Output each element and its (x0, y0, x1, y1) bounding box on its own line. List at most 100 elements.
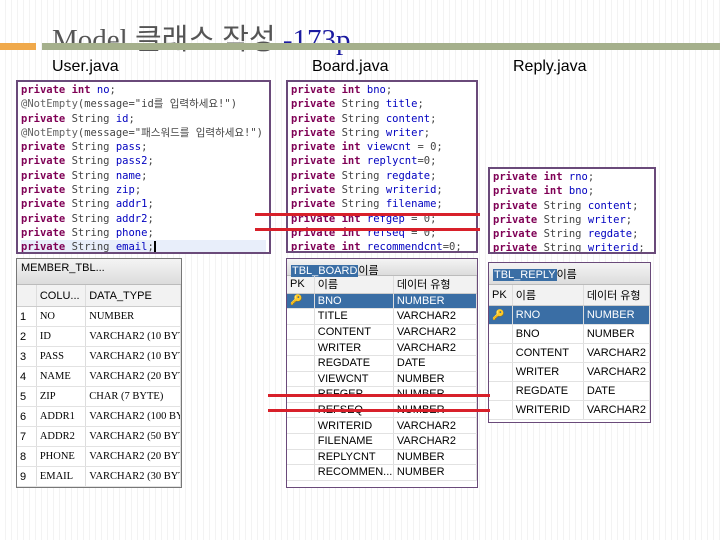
table-row[interactable]: CONTENT VARCHAR2 (287, 324, 477, 341)
column-header[interactable]: 이름 (513, 285, 584, 305)
table-cell: VARCHAR2 (10 BYTE) (86, 327, 181, 346)
pk-cell: 🔑 (489, 306, 513, 324)
code-token: private (291, 98, 342, 111)
row-number: 2 (17, 327, 37, 346)
label-board: Board.java (312, 58, 389, 75)
table-row[interactable]: 1 NO NUMBER (17, 307, 181, 327)
cell-text: VARCHAR2 (30 BYTE) (89, 471, 180, 482)
table-row[interactable]: 🔑 RNO NUMBER (489, 306, 650, 325)
cell-text: RNO (515, 309, 541, 321)
column-header[interactable]: COLU... (37, 285, 87, 306)
row-number: 4 (17, 367, 37, 386)
table-row[interactable]: 5 ZIP CHAR (7 BYTE) (17, 387, 181, 407)
pk-cell (489, 382, 513, 400)
code-token: int (543, 185, 569, 198)
row-number: 6 (17, 407, 37, 426)
cell-text: 9 (20, 470, 27, 483)
cell-text: REGDATE (317, 357, 371, 370)
code-token: addr1 (115, 198, 148, 211)
table-tab[interactable]: TBL_REPLY이름 (489, 263, 650, 285)
cell-text: FILENAME (317, 435, 373, 448)
table-row[interactable]: 9 EMAIL VARCHAR2 (30 BYTE) (17, 467, 181, 487)
table-cell: VARCHAR2 (394, 418, 477, 433)
code-token: regdate (385, 169, 431, 182)
code-token: =0; (417, 155, 437, 168)
table-row[interactable]: WRITER VARCHAR2 (287, 340, 477, 356)
column-header[interactable]: DATA_TYPE (86, 285, 181, 306)
code-line: @NotEmpty(message="패스워드를 입력하세요!") (21, 126, 266, 140)
table-row[interactable]: FILENAME VARCHAR2 (287, 433, 477, 450)
code-token: =0; (442, 241, 462, 253)
table-cell: REGDATE (315, 355, 394, 371)
table-row[interactable]: 🔑 BNO NUMBER (287, 293, 477, 310)
pk-cell (489, 325, 513, 343)
board-table-view[interactable]: TBL_BOARD이름 PK 이름 데이터 유형 🔑 BNO NUMBER TITLE VARC… (286, 258, 478, 488)
table-row[interactable]: BNO NUMBER (489, 325, 650, 344)
table-row[interactable]: 4 NAME VARCHAR2 (20 BYTE) (17, 367, 181, 387)
code-token: ; (417, 98, 424, 111)
table-row[interactable]: WRITERID VARCHAR2 (287, 418, 477, 434)
member-table-view[interactable]: MEMBER_TBL... COLU... DATA_TYPE 1 NO NUMBER 2 I… (16, 258, 182, 488)
table-row[interactable]: TITLE VARCHAR2 (287, 309, 477, 325)
code-token: private (21, 198, 72, 211)
code-token: private (493, 171, 544, 183)
code-token: String (543, 199, 588, 212)
table-cell: DATE (584, 382, 650, 400)
cell-text: NAME (39, 371, 71, 382)
table-row[interactable]: 7 ADDR2 VARCHAR2 (50 BYTE) (17, 427, 181, 447)
column-header[interactable]: 이름 (315, 276, 394, 293)
table-cell: VIEWCNT (315, 371, 394, 387)
code-line: private String email; (21, 240, 266, 252)
cell-text: PASS (39, 351, 64, 362)
primary-key-icon: 🔑 (492, 309, 505, 321)
code-token: ; (128, 112, 135, 125)
column-header[interactable]: PK (489, 285, 513, 305)
user-code-editor[interactable]: private int no; @NotEmpty(message="id를 입력… (16, 80, 271, 254)
table-row[interactable]: REPLYCNT NUMBER (287, 449, 477, 466)
code-token: content (385, 112, 431, 125)
code-token: String (341, 198, 386, 211)
code-line: private int replycnt=0; (291, 154, 473, 168)
code-token: id (115, 112, 129, 125)
column-header[interactable]: PK (287, 276, 315, 293)
cell-text: NO (39, 311, 55, 322)
table-row[interactable]: 2 ID VARCHAR2 (10 BYTE) (17, 327, 181, 347)
column-header[interactable]: 데이터 유형 (584, 285, 650, 305)
table-row[interactable]: WRITERID VARCHAR2 (489, 401, 650, 420)
cell-text: 4 (20, 370, 27, 383)
code-token: pass2 (115, 155, 148, 168)
reply-table-view[interactable]: TBL_REPLY이름 PK 이름 데이터 유형 🔑 RNO NUMBER BNO NUMBER… (488, 262, 651, 423)
table-cell: VARCHAR2 (394, 309, 477, 324)
table-tab[interactable]: MEMBER_TBL... (17, 259, 181, 285)
row-number: 9 (17, 467, 37, 486)
row-number: 3 (17, 347, 37, 366)
code-token: replycnt (366, 155, 418, 168)
table-tab[interactable]: TBL_BOARD이름 (287, 259, 477, 277)
pk-cell (287, 465, 315, 480)
table-row[interactable]: WRITER VARCHAR2 (489, 363, 650, 382)
table-cell: VARCHAR2 (50 BYTE) (86, 427, 181, 446)
strike-line (255, 213, 480, 216)
code-token: ; (587, 185, 595, 198)
table-cell: VARCHAR2 (20 BYTE) (86, 367, 181, 386)
table-row[interactable]: 8 PHONE VARCHAR2 (20 BYTE) (17, 447, 181, 467)
table-row[interactable]: REGDATE DATE (287, 355, 477, 372)
table-row[interactable]: VIEWCNT NUMBER (287, 371, 477, 388)
code-line: private String writer; (493, 213, 651, 227)
table-row[interactable]: 3 PASS VARCHAR2 (10 BYTE) (17, 347, 181, 367)
code-line: private String zip; (21, 183, 266, 197)
label-reply: Reply.java (513, 58, 587, 75)
reply-code-editor[interactable]: private int rno; private int bno; private … (488, 167, 656, 254)
code-token: private (291, 198, 342, 211)
cell-text: NUMBER (396, 294, 445, 307)
table-row[interactable]: RECOMMEN... NUMBER (287, 465, 477, 481)
code-token: int (543, 171, 569, 183)
table-cell: VARCHAR2 (10 BYTE) (86, 347, 181, 366)
table-row[interactable]: CONTENT VARCHAR2 (489, 344, 650, 363)
column-header[interactable]: 데이터 유형 (394, 276, 477, 293)
cell-text: VARCHAR2 (396, 419, 456, 432)
table-row[interactable]: REGDATE DATE (489, 382, 650, 401)
table-row[interactable]: 6 ADDR1 VARCHAR2 (100 BYTE) (17, 407, 181, 427)
code-token: ; (638, 242, 645, 254)
table-cell: VARCHAR2 (30 BYTE) (86, 467, 181, 486)
